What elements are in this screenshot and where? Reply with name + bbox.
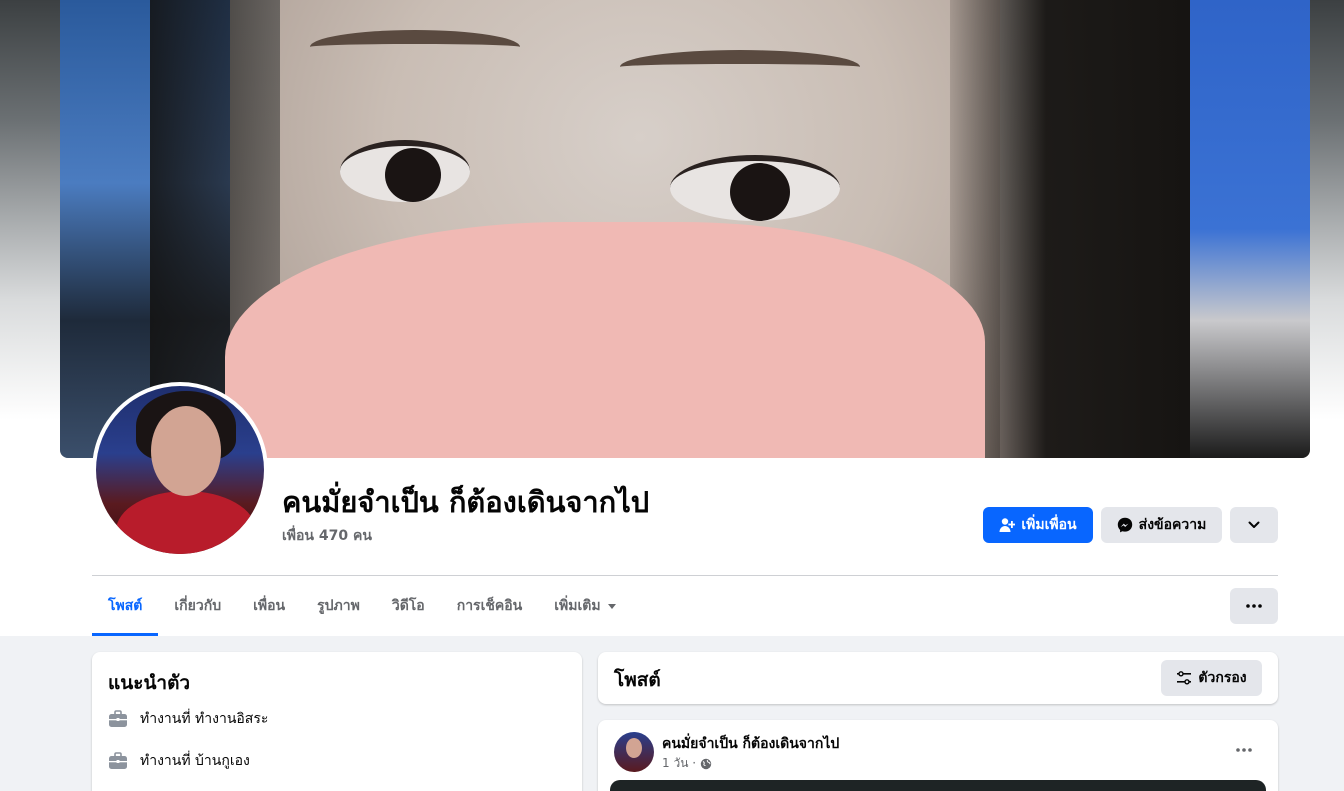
messenger-icon — [1117, 517, 1132, 533]
tab-about[interactable]: เกี่ยวกับ — [158, 576, 237, 636]
post-author-name[interactable]: คนมั่ยจำเป็น ก็ต้องเดินจากไป — [662, 733, 839, 755]
intro-title: แนะนำตัว — [108, 672, 191, 694]
filter-button[interactable]: ตัวกรอง — [1161, 660, 1262, 696]
post-options-button[interactable] — [1228, 736, 1260, 764]
globe-icon — [700, 758, 712, 769]
post-time[interactable]: 1 วัน · — [662, 754, 696, 773]
intro-item-work-1: ทำงานที่ ทำงานอิสระ — [108, 708, 268, 730]
post-author-avatar[interactable] — [614, 732, 654, 772]
profile-options-button[interactable] — [1230, 507, 1278, 543]
posts-title: โพสต์ — [614, 669, 661, 691]
profile-name: คนมั่ยจำเป็น ก็ต้องเดินจากไป — [282, 485, 650, 519]
intro-card: แนะนำตัว ทำงานที่ ทำงานอิสระ ทำงานที่ บ้… — [92, 652, 582, 791]
add-friend-label: เพิ่มเพื่อน — [1021, 517, 1077, 533]
post-media[interactable] — [610, 780, 1266, 791]
profile-avatar[interactable] — [92, 382, 268, 558]
profile-header-area: คนมั่ยจำเป็น ก็ต้องเดินจากไป เพื่อน 470 … — [0, 0, 1344, 636]
filter-label: ตัวกรอง — [1198, 670, 1247, 686]
message-label: ส่งข้อความ — [1138, 517, 1207, 533]
tab-photos[interactable]: รูปภาพ — [301, 576, 376, 636]
tab-posts[interactable]: โพสต์ — [92, 576, 159, 636]
more-dots-icon — [1246, 604, 1262, 608]
cover-photo[interactable] — [60, 0, 1310, 458]
intro-item-work-2: ทำงานที่ บ้านกูเอง — [108, 750, 250, 772]
add-friend-icon — [999, 518, 1016, 532]
briefcase-icon — [109, 752, 127, 769]
briefcase-icon — [109, 710, 127, 727]
tab-friends[interactable]: เพื่อน — [237, 576, 301, 636]
more-dots-icon — [1236, 748, 1252, 752]
tab-videos[interactable]: วิดีโอ — [376, 576, 441, 636]
more-options-button[interactable] — [1230, 588, 1278, 624]
post-card: คนมั่ยจำเป็น ก็ต้องเดินจากไป 1 วัน · — [598, 720, 1278, 791]
add-friend-button[interactable]: เพิ่มเพื่อน — [983, 507, 1093, 543]
caret-down-icon — [607, 604, 616, 609]
message-button[interactable]: ส่งข้อความ — [1101, 507, 1222, 543]
post-meta: 1 วัน · — [662, 754, 712, 773]
tab-checkins[interactable]: การเช็คอิน — [441, 576, 539, 636]
friends-count[interactable]: เพื่อน 470 คน — [282, 525, 372, 547]
filter-icon — [1177, 671, 1192, 685]
chevron-down-icon — [1248, 521, 1260, 528]
profile-tabs: โพสต์ เกี่ยวกับ เพื่อน รูปภาพ วิดีโอ การ… — [92, 576, 633, 636]
tab-more[interactable]: เพิ่มเติม — [538, 576, 632, 636]
